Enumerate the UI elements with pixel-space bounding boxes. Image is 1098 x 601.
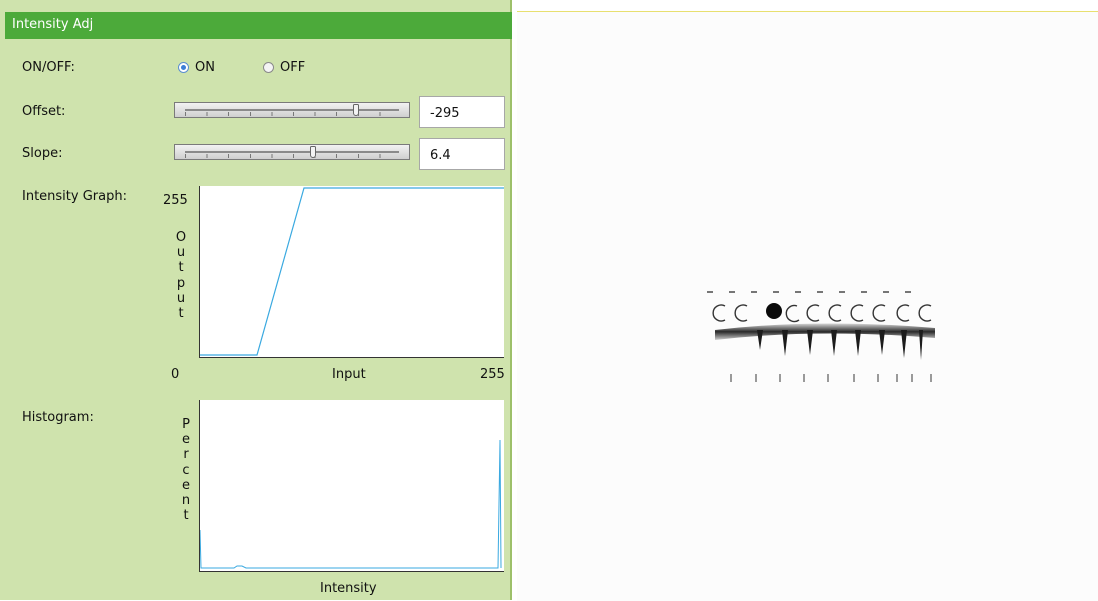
intensity-curve	[200, 187, 504, 356]
graph-x-axis-title: Input	[332, 367, 366, 382]
off-radio-dot	[263, 62, 274, 73]
slope-slider[interactable]	[174, 144, 410, 160]
on-radio-label: ON	[195, 60, 215, 75]
graph-x-min-label: 0	[171, 367, 180, 382]
graph-x-max-label: 255	[480, 367, 505, 382]
image-viewer	[517, 11, 1098, 601]
offset-value-field[interactable]: -295	[419, 96, 505, 128]
slope-slider-ticks	[185, 154, 399, 158]
intensity-adj-panel: Intensity Adj ON/OFF: ON OFF Offset: -29…	[0, 0, 512, 600]
panel-titlebar: Intensity Adj	[5, 12, 512, 39]
slope-slider-track	[185, 151, 399, 153]
offset-slider-thumb[interactable]	[353, 104, 360, 116]
off-radio-label: OFF	[280, 60, 306, 75]
slope-slider-thumb[interactable]	[310, 146, 317, 158]
on-off-label: ON/OFF:	[22, 60, 75, 75]
slope-label: Slope:	[22, 146, 63, 161]
scanned-strip-image	[707, 291, 935, 382]
intensity-graph-label: Intensity Graph:	[22, 189, 127, 204]
histogram-label: Histogram:	[22, 410, 94, 425]
slope-value-field[interactable]: 6.4	[419, 138, 505, 170]
offset-slider-ticks	[185, 112, 399, 116]
panel-title: Intensity Adj	[12, 17, 94, 32]
offset-slider[interactable]	[174, 102, 410, 118]
offset-slider-track	[185, 109, 399, 111]
histogram-curve	[200, 439, 502, 569]
viewer-image	[707, 291, 935, 382]
intensity-graph-plot	[200, 187, 504, 356]
histogram-plot	[200, 439, 502, 569]
on-radio[interactable]: ON	[178, 60, 215, 75]
graph-y-axis-title: Output	[175, 230, 187, 322]
on-radio-dot	[178, 62, 189, 73]
histogram-x-axis-title: Intensity	[320, 581, 377, 596]
histogram	[199, 400, 504, 572]
intensity-graph	[199, 186, 504, 358]
offset-label: Offset:	[22, 104, 66, 119]
off-radio[interactable]: OFF	[263, 60, 305, 75]
histogram-y-axis-title: Percent	[181, 417, 191, 524]
graph-y-max-label: 255	[163, 193, 188, 208]
